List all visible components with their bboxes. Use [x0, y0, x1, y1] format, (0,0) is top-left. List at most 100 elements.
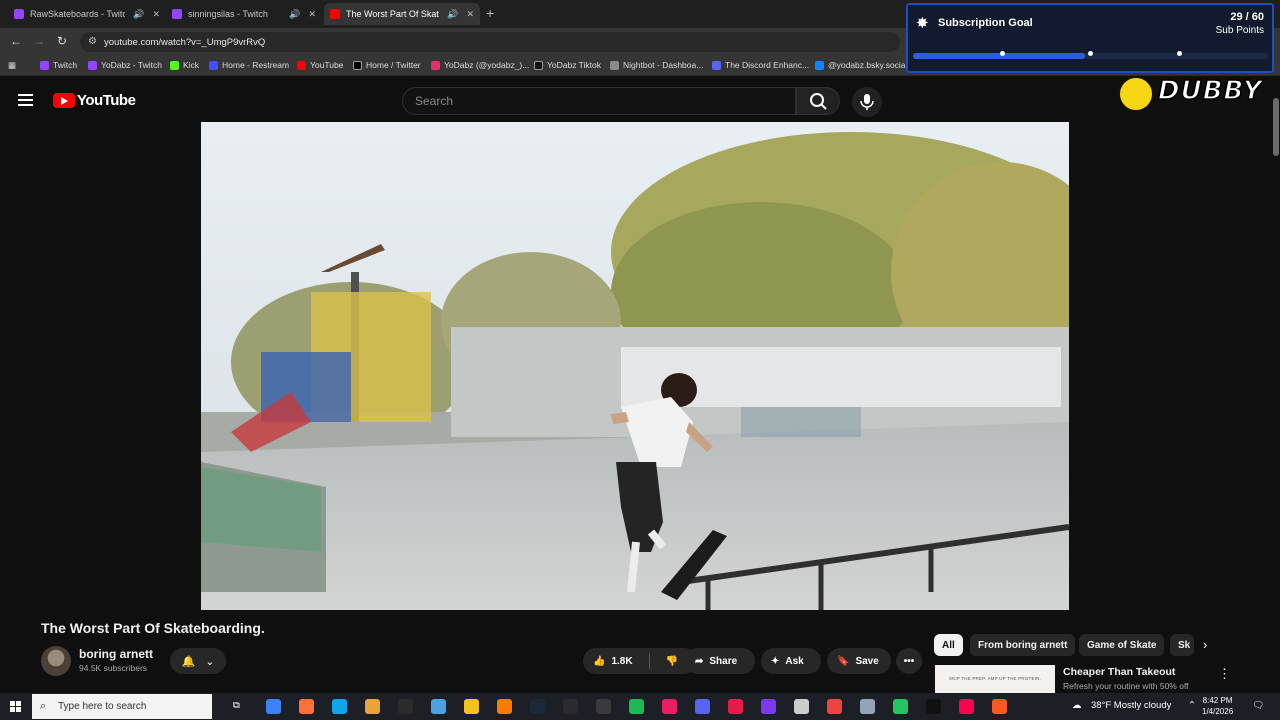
taskbar-search-placeholder: Type here to search: [58, 701, 147, 712]
bookmark-twitter[interactable]: Home / Twitter: [353, 60, 421, 70]
taskbar-search-input[interactable]: ⌕ Type here to search: [32, 694, 212, 719]
taskbar-app-icon[interactable]: [629, 699, 644, 714]
more-actions-button[interactable]: •••: [896, 648, 922, 674]
bookmark-kick[interactable]: Kick: [170, 60, 199, 70]
thumbs-up-icon: 👍: [593, 655, 606, 667]
dislike-button[interactable]: 👎: [656, 648, 688, 674]
browser-tab[interactable]: sinningsilas - Twitch 🔊 ✕: [166, 3, 322, 25]
instagram-icon: [431, 60, 440, 70]
ask-button[interactable]: ✦ Ask: [761, 648, 821, 674]
taskbar-app-icon[interactable]: [563, 699, 578, 714]
divider: [648, 653, 650, 669]
chevron-right-icon[interactable]: ›: [1203, 637, 1207, 652]
back-icon[interactable]: ←: [10, 34, 22, 48]
bookmark-instagram[interactable]: YoDabz (@yodabz_)...: [431, 60, 529, 70]
youtube-logo-text[interactable]: YouTube: [77, 92, 136, 109]
scrollbar-thumb[interactable]: [1273, 98, 1279, 156]
taskbar-app-icon[interactable]: [266, 699, 281, 714]
star-icon: ✸: [916, 15, 929, 32]
search-input[interactable]: Search: [402, 87, 796, 115]
reload-icon[interactable]: ↻: [57, 34, 67, 48]
speaker-icon[interactable]: 🔊: [447, 9, 458, 20]
chip-partial[interactable]: Sk: [1170, 634, 1194, 656]
taskbar-app-icon[interactable]: [530, 699, 545, 714]
taskbar-app-icon[interactable]: [431, 699, 446, 714]
bookmark-youtube[interactable]: YouTube: [297, 60, 343, 70]
apps-icon[interactable]: ▦: [8, 60, 16, 71]
bookmark-label: YoDabz - Twitch: [101, 60, 162, 70]
speaker-icon[interactable]: 🔊: [289, 9, 300, 20]
kebab-menu-icon[interactable]: ⋮: [1218, 666, 1231, 682]
taskbar-app-icon[interactable]: [893, 699, 908, 714]
like-button[interactable]: 👍 1.8K: [583, 648, 643, 674]
nightbot-icon: [610, 60, 619, 70]
taskbar-app-icon[interactable]: [464, 699, 479, 714]
windows-start-icon[interactable]: [10, 701, 21, 712]
site-info-icon[interactable]: ⚙: [88, 36, 97, 47]
page-scrollbar[interactable]: [1271, 77, 1280, 692]
hamburger-menu-icon[interactable]: [18, 94, 33, 109]
url-field[interactable]: ⚙ youtube.com/watch?v=_UmgP9vrRvQ: [80, 32, 900, 52]
taskbar-app-icon[interactable]: [299, 699, 314, 714]
microphone-button[interactable]: [852, 87, 882, 117]
taskbar-app-icon[interactable]: [761, 699, 776, 714]
bookmark-label: @yodabz.bsky.socia...: [828, 60, 913, 70]
bookmark-yodabz-twitch[interactable]: YoDabz - Twitch: [88, 60, 162, 70]
weather-text[interactable]: 38°F Mostly cloudy: [1091, 700, 1171, 711]
bookmark-tiktok[interactable]: YoDabz Tiktok: [534, 60, 601, 70]
close-icon[interactable]: ✕: [466, 9, 474, 20]
taskbar-app-icon[interactable]: [992, 699, 1007, 714]
video-player[interactable]: [201, 122, 1069, 610]
chip-label: From boring arnett: [978, 639, 1068, 651]
bookmark-bluesky[interactable]: @yodabz.bsky.socia...: [815, 60, 913, 70]
bookmark-restream[interactable]: Home - Restream: [209, 60, 289, 70]
taskbar-app-icon[interactable]: [959, 699, 974, 714]
youtube-logo-icon[interactable]: [53, 93, 75, 108]
taskbar-app-icon[interactable]: [365, 699, 380, 714]
close-icon[interactable]: ✕: [152, 9, 160, 20]
chevron-up-icon[interactable]: ⌃: [1188, 700, 1196, 711]
share-button[interactable]: ➦ Share: [685, 648, 755, 674]
new-tab-button[interactable]: +: [486, 5, 494, 21]
taskbar-app-icon[interactable]: [596, 699, 611, 714]
taskbar-app-icon[interactable]: [794, 699, 809, 714]
taskbar-app-icon[interactable]: [695, 699, 710, 714]
goal-title: Subscription Goal: [938, 17, 1033, 29]
weather-icon[interactable]: ☁: [1072, 700, 1082, 711]
browser-tab[interactable]: RawSkateboards - Twitch 🔊 ✕: [8, 3, 166, 25]
browser-tab-active[interactable]: The Worst Part Of Skatebo... 🔊 ✕: [324, 3, 480, 25]
ask-label: Ask: [785, 655, 804, 667]
forward-icon[interactable]: →: [33, 34, 45, 48]
close-icon[interactable]: ✕: [308, 9, 316, 20]
taskbar-app-icon[interactable]: [827, 699, 842, 714]
channel-name[interactable]: boring arnett: [79, 647, 153, 661]
youtube-icon: [330, 9, 340, 19]
taskbar-app-icon[interactable]: [662, 699, 677, 714]
chip-game-of-skate[interactable]: Game of Skate: [1079, 634, 1165, 656]
taskbar-app-icon[interactable]: [398, 699, 413, 714]
channel-avatar[interactable]: [41, 646, 71, 676]
more-icon: •••: [903, 655, 915, 667]
taskbar-app-icon[interactable]: [728, 699, 743, 714]
notification-bell-button[interactable]: 🔔 ⌄: [170, 648, 226, 674]
save-button[interactable]: 🔖 Save: [827, 648, 891, 674]
taskbar-app-icon[interactable]: [497, 699, 512, 714]
chip-all[interactable]: All: [934, 634, 963, 656]
bookmark-twitch[interactable]: Twitch: [40, 60, 77, 70]
system-clock[interactable]: 8:42 PM 1/4/2026: [1202, 695, 1233, 717]
taskbar-app-icon[interactable]: [926, 699, 941, 714]
search-button[interactable]: [796, 87, 840, 115]
kick-icon: [170, 60, 179, 70]
ad-thumbnail[interactable]: SKIP THE PREP. AMP UP THE PROTEIN.: [935, 665, 1055, 693]
speaker-icon[interactable]: 🔊: [133, 9, 144, 20]
ad-title[interactable]: Cheaper Than Takeout: [1063, 666, 1175, 678]
taskbar-app-icon[interactable]: [332, 699, 347, 714]
bookmark-nightbot[interactable]: Nightbot - Dashboa...: [610, 60, 703, 70]
task-view-icon[interactable]: ⧉: [233, 700, 240, 711]
notification-center-icon[interactable]: 🗨: [1252, 700, 1264, 711]
chip-from-channel[interactable]: From boring arnett: [970, 634, 1076, 656]
chevron-down-icon: ⌄: [205, 655, 215, 668]
taskbar-app-icon[interactable]: [860, 699, 875, 714]
sparkle-icon: ✦: [771, 655, 780, 667]
bookmark-discord[interactable]: The Discord Enhanc...: [712, 60, 809, 70]
